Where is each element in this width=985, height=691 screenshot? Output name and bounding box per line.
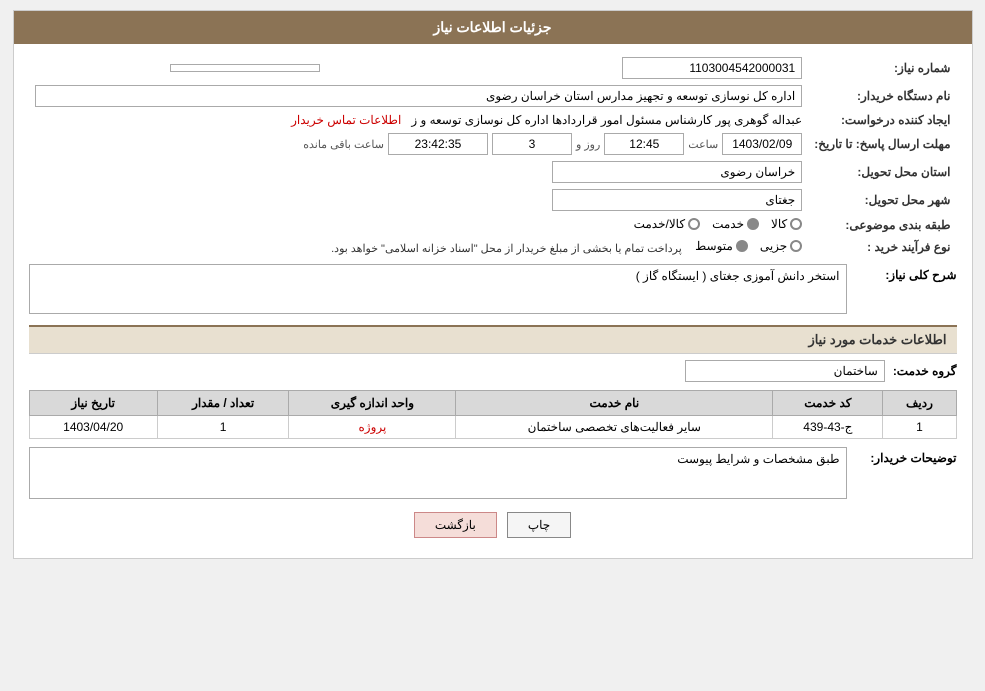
purchase-type-row: جزیی متوسط پرداخت تمام یا بخشی از مبلغ خ…	[29, 236, 809, 258]
requester-label: ایجاد کننده درخواست:	[808, 110, 956, 130]
col-unit: واحد اندازه گیری	[289, 391, 456, 416]
col-row: ردیف	[883, 391, 956, 416]
city-display: جغتای	[552, 189, 802, 211]
deadline-row: 1403/02/09 ساعت 12:45 روز و 3 23:42:35 س…	[29, 130, 809, 158]
radio-kala-khedmat[interactable]	[688, 218, 700, 230]
category-label: طبقه بندی موضوعی:	[808, 214, 956, 236]
deadline-days: 3	[492, 133, 572, 155]
province-display: خراسان رضوی	[552, 161, 802, 183]
service-group-value: ساختمان	[685, 360, 885, 382]
deadline-time: 12:45	[604, 133, 684, 155]
deadline-date: 1403/02/09	[722, 133, 802, 155]
col-qty: تعداد / مقدار	[157, 391, 289, 416]
announcement-date	[170, 64, 320, 72]
province-label: استان محل تحویل:	[808, 158, 956, 186]
col-date: تاریخ نیاز	[29, 391, 157, 416]
service-group-label: گروه خدمت:	[893, 364, 957, 378]
announcement-value	[29, 54, 326, 82]
buyer-org-label: نام دستگاه خریدار:	[808, 82, 956, 110]
radio-khedmat[interactable]	[747, 218, 759, 230]
print-button[interactable]: چاپ	[507, 512, 571, 538]
col-name: نام خدمت	[456, 391, 773, 416]
buyer-org-display: اداره کل نوسازی توسعه و تجهیز مدارس استا…	[35, 85, 803, 107]
city-value: جغتای	[29, 186, 809, 214]
purchase-type-note: پرداخت تمام یا بخشی از مبلغ خریدار از مح…	[331, 243, 682, 255]
radio-motovaset-label: متوسط	[695, 239, 733, 253]
radio-khedmat-label: خدمت	[712, 217, 744, 231]
deadline-remaining-label: ساعت باقی مانده	[303, 138, 384, 151]
buyer-org-value: اداره کل نوسازی توسعه و تجهیز مدارس استا…	[29, 82, 809, 110]
radio-kala-khedmat-label: کالا/خدمت	[634, 217, 685, 231]
deadline-time-label: ساعت	[688, 138, 718, 151]
deadline-day-label: روز و	[576, 138, 600, 151]
radio-kala[interactable]	[790, 218, 802, 230]
radio-motovaset[interactable]	[736, 240, 748, 252]
announcement-label	[326, 54, 456, 82]
radio-jozii-label: جزیی	[760, 239, 787, 253]
table-row: 1 ج-43-439 سایر فعالیت‌های تخصصی ساختمان…	[29, 416, 956, 439]
button-row: چاپ بازگشت	[29, 512, 957, 538]
back-button[interactable]: بازگشت	[414, 512, 497, 538]
need-number-value: 1103004542000031	[456, 54, 808, 82]
deadline-label: مهلت ارسال پاسخ: تا تاریخ:	[808, 130, 956, 158]
requester-value: عبداله گوهری پور کارشناس مسئول امور قرار…	[29, 110, 809, 130]
deadline-remaining: 23:42:35	[388, 133, 488, 155]
buyer-notes-label: توضیحات خریدار:	[870, 451, 956, 465]
info-section: شماره نیاز: 1103004542000031 نام دستگاه …	[29, 54, 957, 258]
cell-qty: 1	[157, 416, 289, 439]
buyer-notes-textarea[interactable]	[29, 447, 847, 499]
city-label: شهر محل تحویل:	[808, 186, 956, 214]
services-table: ردیف کد خدمت نام خدمت واحد اندازه گیری ت…	[29, 390, 957, 439]
need-number-display: 1103004542000031	[622, 57, 802, 79]
col-code: کد خدمت	[773, 391, 883, 416]
page-title: جزئیات اطلاعات نیاز	[433, 19, 551, 35]
cell-row: 1	[883, 416, 956, 439]
requester-text: عبداله گوهری پور کارشناس مسئول امور قرار…	[411, 113, 802, 127]
page-header: جزئیات اطلاعات نیاز	[14, 11, 972, 44]
purchase-type-label: نوع فرآیند خرید :	[808, 236, 956, 258]
category-options: کالا خدمت کالا/خدمت	[29, 214, 809, 236]
radio-jozii[interactable]	[790, 240, 802, 252]
description-textarea[interactable]	[29, 264, 847, 314]
cell-name: سایر فعالیت‌های تخصصی ساختمان	[456, 416, 773, 439]
province-value: خراسان رضوی	[29, 158, 809, 186]
radio-kala-label: کالا	[771, 217, 787, 231]
cell-date: 1403/04/20	[29, 416, 157, 439]
cell-code: ج-43-439	[773, 416, 883, 439]
description-label: شرح کلی نیاز:	[885, 268, 956, 282]
need-number-label: شماره نیاز:	[808, 54, 956, 82]
requester-contact-link[interactable]: اطلاعات تماس خریدار	[291, 113, 401, 127]
services-section-title: اطلاعات خدمات مورد نیاز	[29, 325, 957, 354]
cell-unit[interactable]: پروژه	[289, 416, 456, 439]
